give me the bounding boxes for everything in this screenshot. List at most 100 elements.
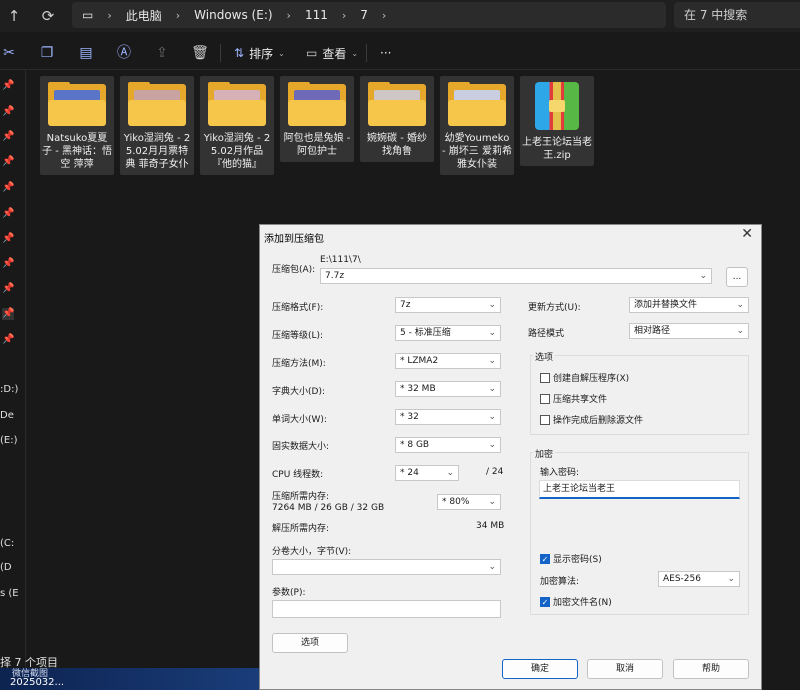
word-select[interactable]: * 32 ⌄ — [395, 409, 501, 425]
mem-label: 压缩所需内存: — [272, 492, 330, 502]
enc-method-select[interactable]: AES-256 ⌄ — [658, 571, 740, 587]
file-item[interactable]: 婉婉碳 - 婚纱 找角鲁 — [360, 76, 434, 162]
sfx-checkbox[interactable]: 创建自解压程序(X) — [540, 371, 629, 384]
level-label: 压缩等级(L): — [272, 331, 324, 341]
share-icon[interactable]: ⇪ — [153, 44, 171, 62]
address-bar[interactable]: ▭ › 此电脑 › Windows (E:) › 111 › 7 › — [72, 2, 666, 28]
sort-icon: ⇅ — [234, 46, 245, 60]
cut-icon[interactable]: ✂ — [0, 44, 18, 62]
show-password-checkbox[interactable]: ✓ 显示密码(S) — [540, 552, 602, 565]
path-mode-label: 路径模式 — [528, 329, 565, 339]
sidebar-drive-label[interactable]: (D — [0, 562, 12, 573]
shared-checkbox[interactable]: 压缩共享文件 — [540, 392, 607, 405]
word-value: * 32 — [400, 412, 419, 422]
delete-after-checkbox[interactable]: 操作完成后删除源文件 — [540, 413, 643, 426]
cancel-button[interactable]: 取消 — [587, 659, 663, 679]
delete-icon[interactable]: 🗑 — [191, 44, 209, 62]
encrypt-names-checkbox[interactable]: ✓ 加密文件名(N) — [540, 595, 612, 608]
folder-icon — [288, 82, 346, 126]
cpu-total: / 24 — [486, 467, 504, 477]
chevron-right-icon: › — [286, 8, 291, 22]
level-select[interactable]: 5 - 标准压缩 ⌄ — [395, 325, 501, 341]
view-label: 查看 — [322, 46, 347, 61]
method-value: * LZMA2 — [400, 356, 439, 366]
decomp-value: 34 MB — [476, 521, 505, 531]
sidebar-drive-label[interactable]: (C: — [0, 538, 14, 549]
add-to-archive-dialog: 添加到压缩包 ✕ 压缩包(A): E:\111\7\ 7.7z ⌄ ... 压缩格… — [259, 224, 762, 690]
cpu-select[interactable]: * 24 ⌄ — [395, 465, 459, 481]
file-item[interactable]: 幼愛Youmeko - 崩坏三 爱莉希雅女仆装 — [440, 76, 514, 175]
check-icon: ✓ — [540, 596, 550, 607]
ok-button[interactable]: 确定 — [502, 659, 578, 679]
breadcrumb-111[interactable]: 111 — [305, 8, 328, 22]
solid-select[interactable]: * 8 GB ⌄ — [395, 437, 501, 453]
enc-method-value: AES-256 — [663, 574, 701, 584]
more-button[interactable]: ··· — [380, 44, 391, 62]
enc-method-label: 加密算法: — [540, 577, 580, 587]
encryption-group-title: 加密 — [533, 447, 556, 460]
params-label: 参数(P): — [272, 588, 306, 598]
pin-icon: 📌 — [2, 131, 15, 142]
view-button[interactable]: ▭ 查看 ⌄ — [306, 44, 358, 62]
browse-button[interactable]: ... — [726, 267, 748, 287]
sidebar-drive-label[interactable]: s (E — [0, 588, 19, 599]
pin-icon: 📌 — [2, 80, 15, 91]
chevron-down-icon: ⌄ — [736, 300, 744, 310]
word-label: 单词大小(W): — [272, 415, 327, 425]
chevron-right-icon: › — [381, 8, 387, 22]
command-toolbar: ✂ ❐ ▤ Ⓐ ⇪ 🗑 ⇅ 排序 ⌄ ▭ 查看 ⌄ ··· — [0, 36, 800, 70]
paste-icon[interactable]: ▤ — [77, 44, 95, 62]
breadcrumb-7[interactable]: 7 — [360, 8, 368, 22]
archive-icon — [535, 82, 579, 130]
file-item[interactable]: 阿包也是兔娘 - 阿包护士 — [280, 76, 354, 162]
sort-label: 排序 — [249, 46, 274, 61]
sort-button[interactable]: ⇅ 排序 ⌄ — [234, 44, 285, 62]
params-input[interactable] — [272, 600, 501, 618]
mem-select[interactable]: * 80% ⌄ — [437, 494, 501, 510]
folder-icon — [128, 82, 186, 126]
breadcrumb-this-pc[interactable]: 此电脑 — [126, 7, 162, 24]
pin-icon: 📌 — [2, 208, 15, 219]
dict-label: 字典大小(D): — [272, 387, 325, 397]
password-input[interactable]: 上老王论坛当老王 — [539, 480, 740, 499]
folder-icon — [368, 82, 426, 126]
format-select[interactable]: 7z ⌄ — [395, 297, 501, 313]
file-name: Yiko湿润兔 - 25.02月作品『他的猫』 — [203, 133, 271, 170]
copy-icon[interactable]: ❐ — [38, 44, 56, 62]
up-arrow-icon[interactable]: ↑ — [4, 6, 24, 26]
format-value: 7z — [400, 300, 411, 310]
encrypt-names-label: 加密文件名(N) — [553, 598, 612, 608]
dict-select[interactable]: * 32 MB ⌄ — [395, 381, 501, 397]
chevron-down-icon: ⌄ — [488, 412, 496, 422]
search-input[interactable]: 在 7 中搜索 — [674, 2, 800, 28]
shared-label: 压缩共享文件 — [553, 395, 608, 405]
split-combo[interactable]: ⌄ — [272, 559, 501, 575]
cpu-label: CPU 线程数: — [272, 470, 324, 480]
decomp-label: 解压所需内存: — [272, 524, 330, 534]
options-button[interactable]: 选项 — [272, 633, 348, 653]
update-select[interactable]: 添加并替换文件 ⌄ — [629, 297, 749, 313]
help-button[interactable]: 帮助 — [673, 659, 749, 679]
breadcrumb-drive-e[interactable]: Windows (E:) — [194, 8, 272, 22]
chevron-down-icon: ⌄ — [488, 356, 496, 366]
method-select[interactable]: * LZMA2 ⌄ — [395, 353, 501, 369]
file-item[interactable]: Yiko湿润兔 - 25.02月月票特典 菲奇子女仆 — [120, 76, 194, 175]
toolbar-divider — [220, 44, 221, 62]
archive-name-combo[interactable]: 7.7z ⌄ — [320, 268, 712, 284]
update-label: 更新方式(U): — [528, 303, 581, 313]
sidebar-drive-label[interactable]: (E:) — [0, 435, 18, 446]
sidebar-drive-label[interactable]: De — [0, 410, 14, 421]
chevron-down-icon: ⌄ — [351, 48, 359, 58]
file-item[interactable]: Natsuko夏夏子 - 黑神话：悟空 萍萍 — [40, 76, 114, 175]
file-item[interactable]: 上老王论坛当老王.zip — [520, 76, 594, 166]
sidebar-drive-label[interactable]: :D:) — [0, 384, 18, 395]
taskbar-preview[interactable]: 微信截图 2025032... — [0, 668, 262, 690]
chevron-down-icon: ⌄ — [488, 562, 496, 572]
file-item[interactable]: Yiko湿润兔 - 25.02月作品『他的猫』 — [200, 76, 274, 175]
rename-icon[interactable]: Ⓐ — [115, 44, 133, 62]
checkbox-box — [540, 372, 550, 383]
refresh-icon[interactable]: ⟳ — [38, 6, 58, 26]
close-icon[interactable]: ✕ — [741, 226, 753, 242]
path-mode-select[interactable]: 相对路径 ⌄ — [629, 323, 749, 339]
split-label: 分卷大小，字节(V): — [272, 547, 352, 557]
